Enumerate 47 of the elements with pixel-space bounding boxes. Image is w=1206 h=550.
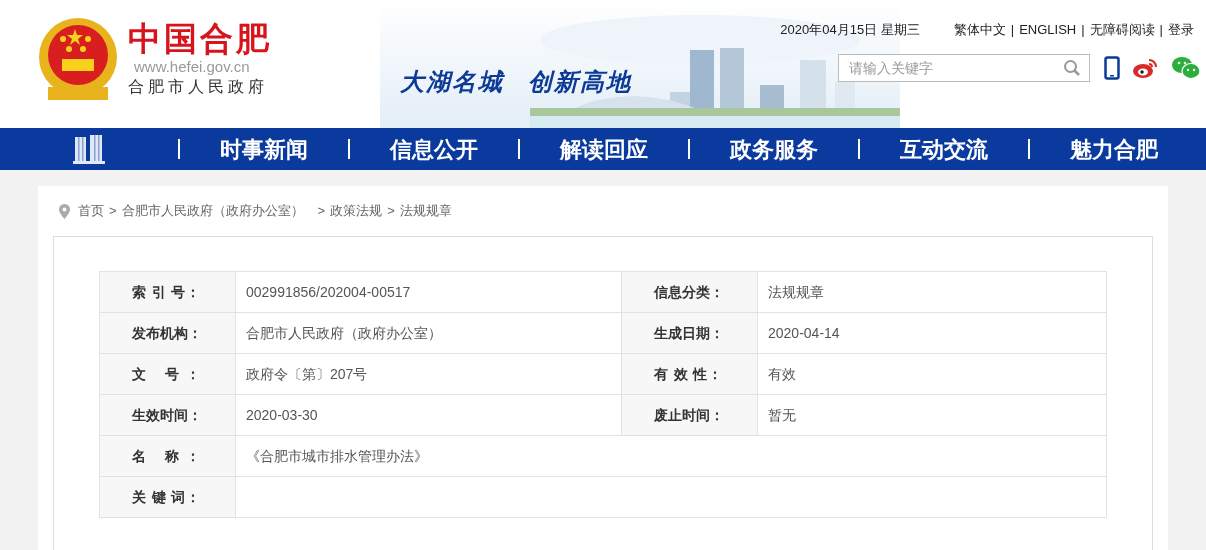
table-label-cell: 信息分类： [622,272,758,312]
link-separator: | [1081,21,1085,39]
table-label-cell: 发布机构： [100,313,236,353]
top-link[interactable]: 无障碍阅读 [1089,20,1155,40]
weibo-icon[interactable] [1132,57,1158,79]
table-value-cell: 有效 [758,354,1107,394]
table-label-cell: 生成日期： [622,313,758,353]
site-url: www.hefei.gov.cn [133,58,251,76]
breadcrumb-separator: > [317,202,326,221]
table-value-cell: 暂无 [758,395,1107,435]
table-label-cell: 名 称： [100,436,236,476]
table-value-cell: 2020-04-14 [758,313,1107,353]
table-label-cell: 索 引 号： [100,272,236,312]
site-title: 中国合肥 [128,20,272,58]
table-label-cell: 文 号： [100,354,236,394]
breadcrumb-link[interactable]: 法规规章 [399,201,452,221]
nav-link[interactable]: 信息公开 [350,132,518,166]
phone-icon[interactable] [1104,56,1120,80]
top-link[interactable]: ENGLISH [1019,20,1077,40]
breadcrumb-separator: > [109,202,117,221]
nav-link[interactable]: 解读回应 [520,132,688,166]
table-value-cell: 法规规章 [758,272,1107,312]
top-link[interactable]: 繁体中文 [953,20,1006,40]
slogan-text: 大湖名城 [400,67,504,97]
link-separator: | [1159,21,1163,39]
link-separator: | [1010,21,1015,39]
breadcrumb-link[interactable]: 合肥市人民政府（政府办公室） [121,201,304,221]
nav-link[interactable]: 互动交流 [860,132,1028,166]
nav-link[interactable]: 政务服务 [690,132,858,166]
table-value-cell: 《合肥市城市排水管理办法》 [236,436,1107,476]
top-link[interactable]: 登录 [1168,20,1194,40]
table-label-cell: 废止时间： [622,395,758,435]
nav-link[interactable]: 时事新闻 [180,132,348,166]
site-name: 合肥市人民政府 [128,77,269,97]
table-label-cell: 关 键 词： [100,477,236,517]
date-text: 2020年04月15日 星期三 [780,21,920,39]
slogan-text: 创新高地 [528,67,632,97]
breadcrumb-separator: > [387,202,395,221]
location-pin-icon [59,203,70,219]
table-label-cell: 生效时间： [100,395,236,435]
emblem-icon [38,17,118,102]
wechat-icon[interactable] [1172,56,1200,80]
breadcrumb-link[interactable]: 政策法规 [330,201,383,221]
breadcrumb-link[interactable]: 首页 [78,201,104,221]
table-label-cell: 有 效 性： [622,354,758,394]
nav-link[interactable]: 魅力合肥 [1030,132,1198,166]
building-icon[interactable] [73,134,105,164]
